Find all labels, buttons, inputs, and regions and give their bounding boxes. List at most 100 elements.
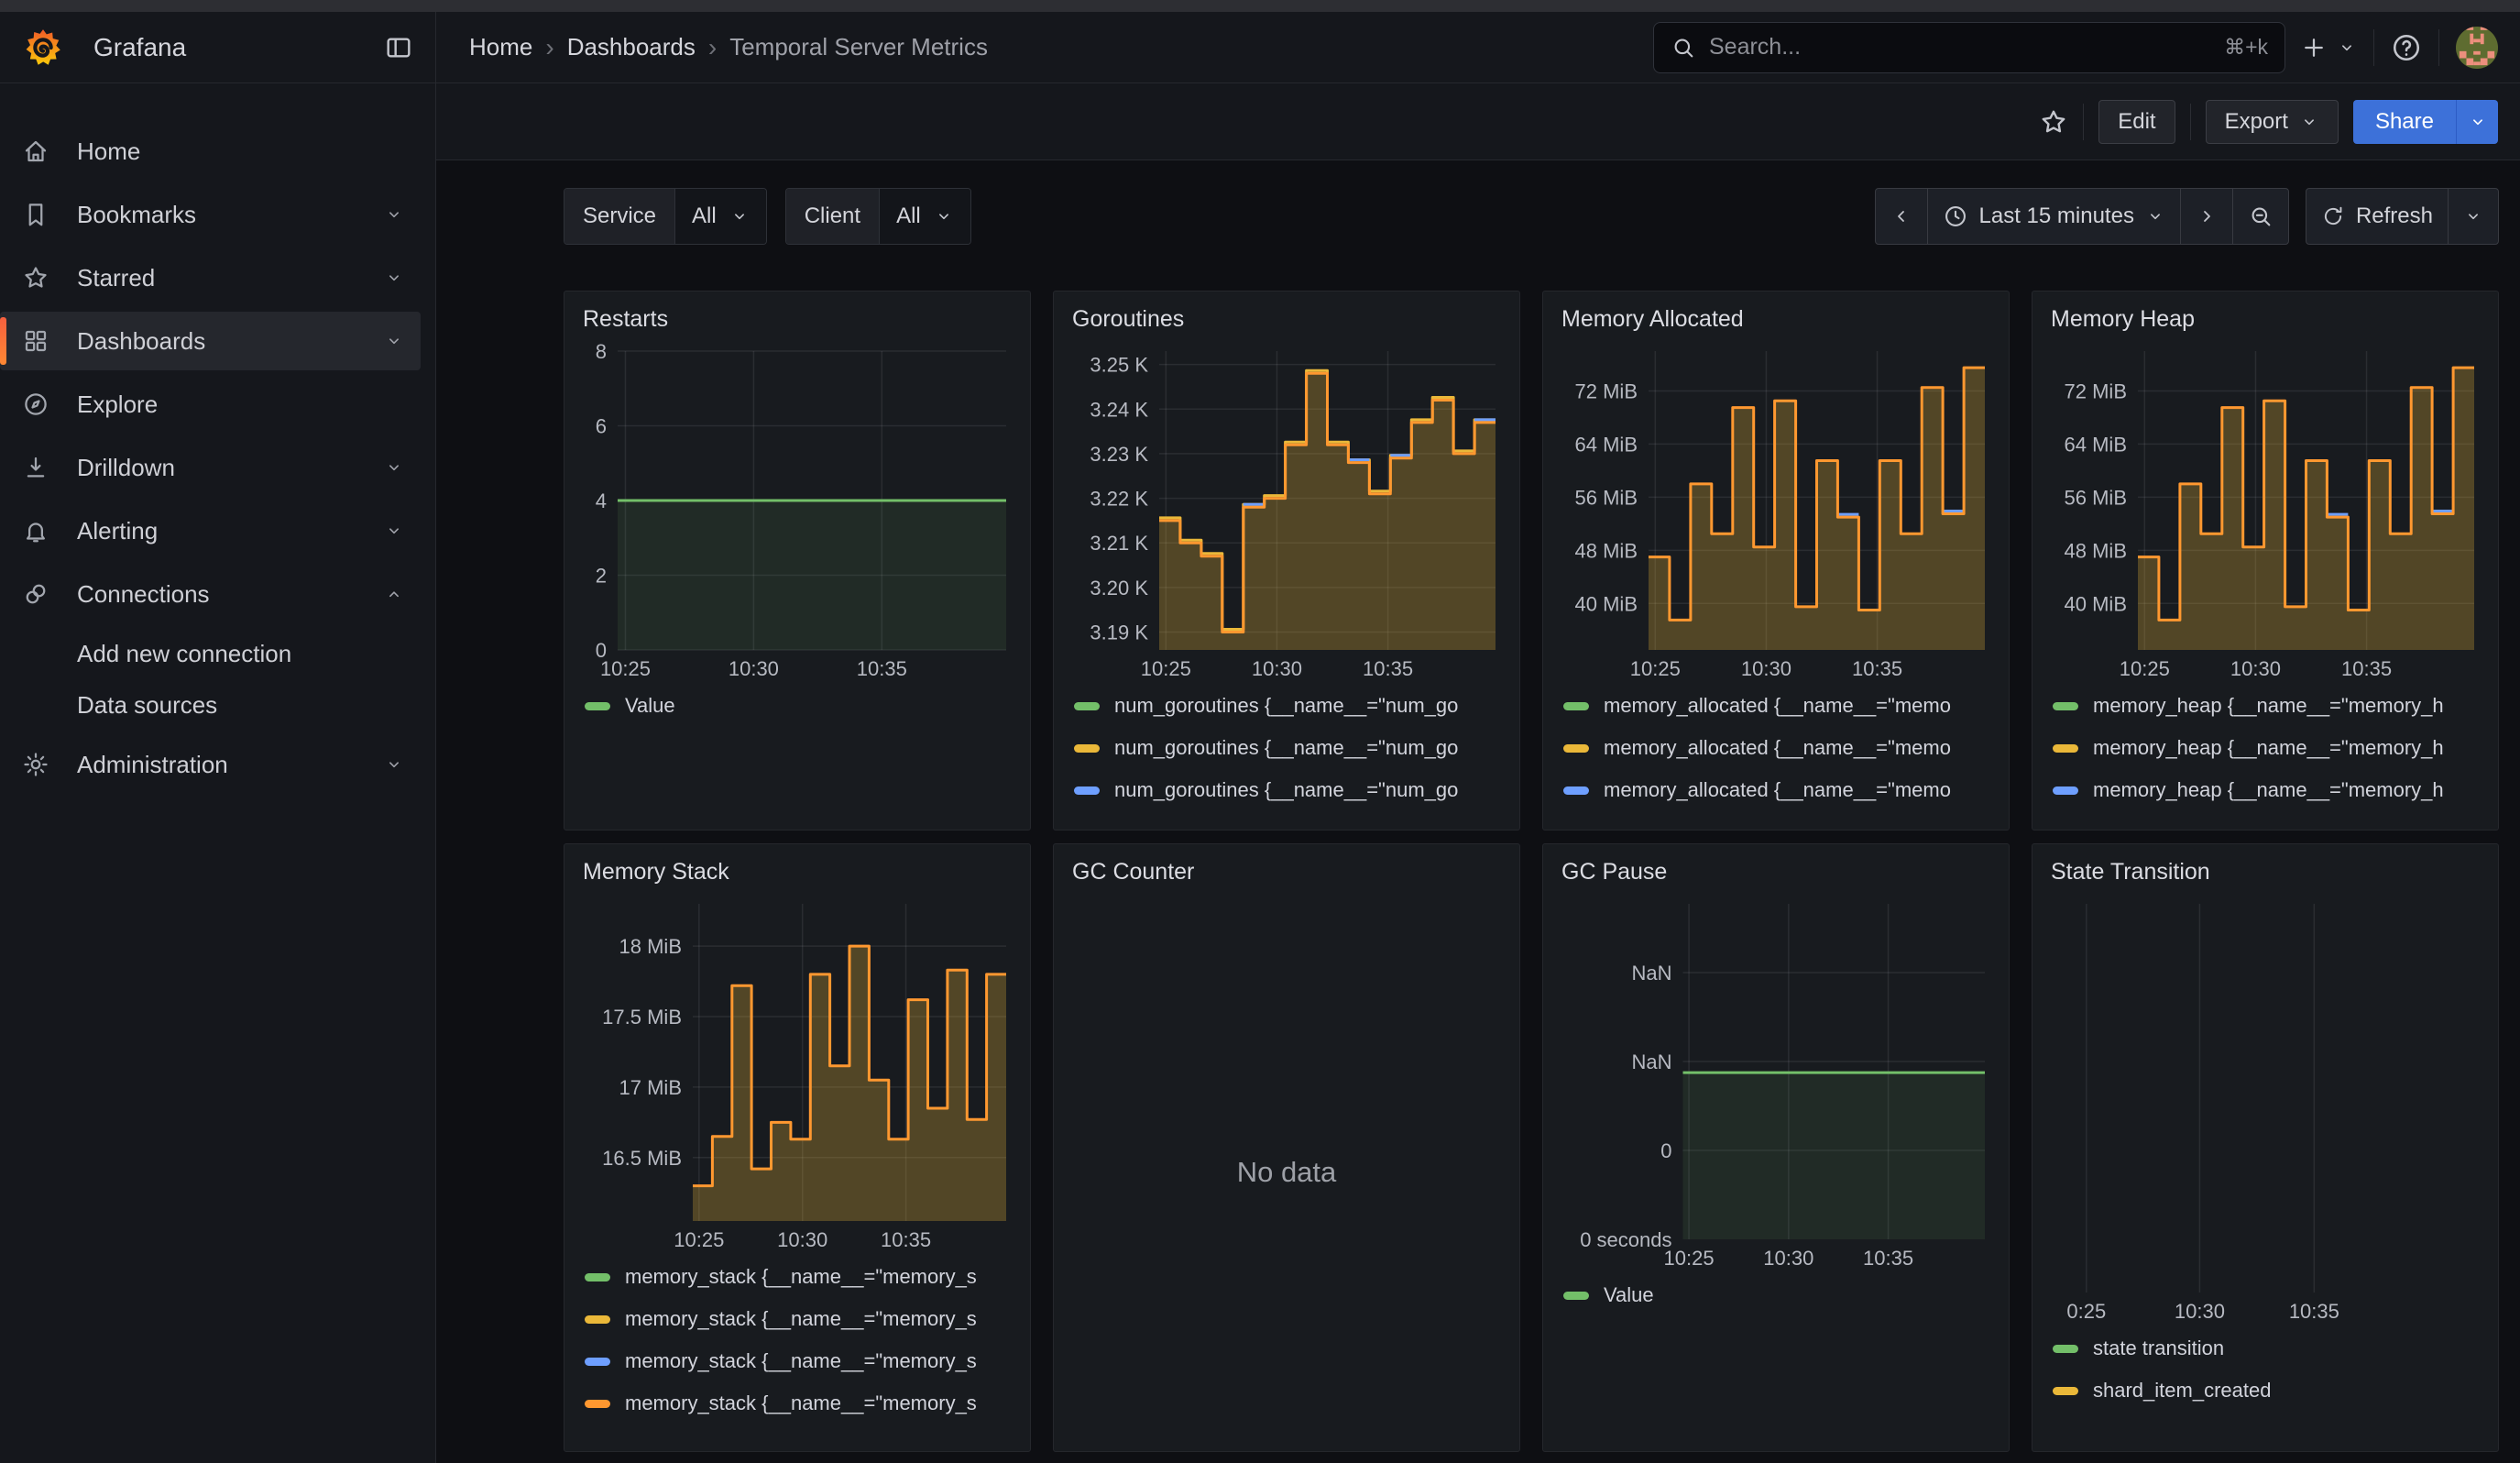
svg-text:48 MiB: 48 MiB (1575, 539, 1638, 562)
breadcrumb-home[interactable]: Home (469, 33, 532, 61)
legend-item[interactable]: memory_allocated {__name__="memo (1563, 727, 1989, 769)
variable-value-dropdown[interactable]: All (879, 189, 970, 244)
clock-icon (1943, 204, 1968, 229)
header-actions (2300, 27, 2498, 69)
share-button[interactable]: Share (2353, 100, 2456, 144)
legend-item[interactable]: num_goroutines {__name__="num_go (1074, 769, 1499, 811)
add-chevron-down-icon[interactable] (2337, 38, 2357, 58)
legend-item[interactable]: Value (1563, 1274, 1989, 1316)
panel-title[interactable]: GC Counter (1054, 844, 1519, 893)
time-forward-button[interactable] (2180, 189, 2232, 244)
panel-title[interactable]: Memory Heap (2032, 292, 2498, 340)
sidebar-item-data-sources[interactable]: Data sources (0, 679, 435, 731)
svg-text:10:35: 10:35 (1863, 1247, 1913, 1270)
refresh-interval-chevron[interactable] (2448, 189, 2498, 244)
time-back-button[interactable] (1876, 189, 1927, 244)
legend-item[interactable]: memory_stack {__name__="memory_s (585, 1256, 1010, 1298)
breadcrumb: Home › Dashboards › Temporal Server Metr… (469, 33, 988, 62)
legend-item[interactable]: memory_allocated {__name__="memo (1563, 811, 1989, 820)
chart-area-steps[interactable]: 10:2510:3010:3516.5 MiB17 MiB17.5 MiB18 … (583, 893, 1013, 1252)
svg-text:10:35: 10:35 (1363, 657, 1413, 680)
edit-button[interactable]: Edit (2098, 100, 2175, 144)
chart-flat-line-frac[interactable]: 10:2510:3010:35NaNNaN00 seconds (1561, 893, 1992, 1270)
chevron-right-icon (2196, 205, 2218, 227)
panel-title[interactable]: Goroutines (1054, 292, 1519, 340)
legend-item[interactable]: num_goroutines {__name__="num_go (1074, 685, 1499, 727)
avatar[interactable] (2456, 27, 2498, 69)
variable-client: ClientAll (785, 188, 971, 245)
sidebar-item-bookmarks[interactable]: Bookmarks (0, 185, 421, 244)
legend-swatch (1074, 786, 1100, 795)
export-button[interactable]: Export (2206, 100, 2339, 144)
chart-area-steps[interactable]: 10:2510:3010:353.19 K3.20 K3.21 K3.22 K3… (1072, 340, 1503, 681)
chevron-down-icon[interactable] (384, 754, 404, 775)
svg-text:10:25: 10:25 (600, 657, 651, 680)
chevron-down-icon[interactable] (384, 268, 404, 288)
legend-item[interactable]: num_goroutines {__name__="num_go (1074, 811, 1499, 820)
panel-title[interactable]: Restarts (564, 292, 1030, 340)
panel-title[interactable]: Memory Stack (564, 844, 1030, 893)
legend-item[interactable]: memory_allocated {__name__="memo (1563, 769, 1989, 811)
chart-empty-grid[interactable]: 0:2510:3010:35 (2051, 893, 2482, 1324)
sidebar-item-dashboards[interactable]: Dashboards (0, 312, 421, 370)
legend-label: num_goroutines {__name__="num_go (1114, 694, 1458, 718)
chevron-down-icon (729, 206, 750, 226)
legend-item[interactable]: memory_heap {__name__="memory_h (2053, 811, 2478, 820)
sidebar-item-home[interactable]: Home (0, 122, 421, 181)
help-icon[interactable] (2391, 32, 2422, 63)
legend-label: shard_item_created (2093, 1379, 2271, 1402)
chevron-up-icon[interactable] (384, 584, 404, 604)
chevron-down-icon[interactable] (384, 457, 404, 478)
sidebar-item-administration[interactable]: Administration (0, 735, 421, 794)
panel-title[interactable]: Memory Allocated (1543, 292, 2009, 340)
legend-swatch (2053, 1345, 2078, 1353)
no-data-text: No data (1237, 1156, 1337, 1189)
chart-area-steps[interactable]: 10:2510:3010:3540 MiB48 MiB56 MiB64 MiB7… (2051, 340, 2482, 681)
chevron-down-icon[interactable] (384, 521, 404, 541)
legend-item[interactable]: memory_stack {__name__="memory_s (585, 1298, 1010, 1340)
chart-area-steps[interactable]: 10:2510:3010:3540 MiB48 MiB56 MiB64 MiB7… (1561, 340, 1992, 681)
legend-item[interactable]: state transition (2053, 1327, 2478, 1370)
sidebar-item-add-new-connection[interactable]: Add new connection (0, 628, 435, 679)
variable-value-dropdown[interactable]: All (674, 189, 766, 244)
refresh-button[interactable]: Refresh (2306, 189, 2448, 244)
share-chevron-button[interactable] (2456, 100, 2498, 144)
time-range-picker[interactable]: Last 15 minutes (1927, 189, 2180, 244)
sidebar-item-drilldown[interactable]: Drilldown (0, 438, 421, 497)
bookmark-icon (22, 201, 49, 228)
panel-title[interactable]: GC Pause (1543, 844, 2009, 893)
sidebar-item-explore[interactable]: Explore (0, 375, 421, 434)
sidebar-item-starred[interactable]: Starred (0, 248, 421, 307)
star-dashboard-icon[interactable] (2039, 107, 2068, 137)
breadcrumb-dashboards[interactable]: Dashboards (567, 33, 696, 61)
add-icon[interactable] (2300, 34, 2328, 61)
zoom-out-button[interactable] (2232, 189, 2288, 244)
breadcrumb-separator: › (708, 33, 717, 62)
search-input[interactable] (1709, 34, 2211, 60)
legend-item[interactable]: num_goroutines {__name__="num_go (1074, 727, 1499, 769)
sidebar-item-connections[interactable]: Connections (0, 565, 421, 623)
header-left: Grafana (0, 12, 436, 83)
legend-item[interactable]: memory_heap {__name__="memory_h (2053, 769, 2478, 811)
sidebar-toggle-icon[interactable] (384, 33, 413, 62)
sidebar-item-alerting[interactable]: Alerting (0, 501, 421, 560)
chart-area-steps[interactable]: 10:2510:3010:3502468 (583, 340, 1013, 681)
legend-item[interactable]: Value (585, 685, 1010, 727)
panel-title[interactable]: State Transition (2032, 844, 2498, 893)
sidebar-item-label: Alerting (77, 517, 356, 545)
chevron-down-icon[interactable] (384, 331, 404, 351)
legend-item[interactable]: memory_heap {__name__="memory_h (2053, 727, 2478, 769)
legend-item[interactable]: shard_item_created (2053, 1370, 2478, 1412)
legend-label: memory_allocated {__name__="memo (1604, 736, 1951, 760)
dashboard-toolbar: Edit Export Share (436, 83, 2520, 160)
search-input-box[interactable]: ⌘+k (1653, 22, 2285, 73)
legend-label: Value (625, 694, 675, 718)
sidebar-item-label: Administration (77, 751, 356, 779)
legend-item[interactable]: memory_stack {__name__="memory_s (585, 1382, 1010, 1424)
legend-item[interactable]: memory_allocated {__name__="memo (1563, 685, 1989, 727)
gear-icon (22, 751, 49, 778)
legend-item[interactable]: memory_stack {__name__="memory_s (585, 1340, 1010, 1382)
chevron-down-icon[interactable] (384, 204, 404, 225)
legend-item[interactable]: memory_heap {__name__="memory_h (2053, 685, 2478, 727)
svg-text:NaN: NaN (1631, 962, 1671, 984)
